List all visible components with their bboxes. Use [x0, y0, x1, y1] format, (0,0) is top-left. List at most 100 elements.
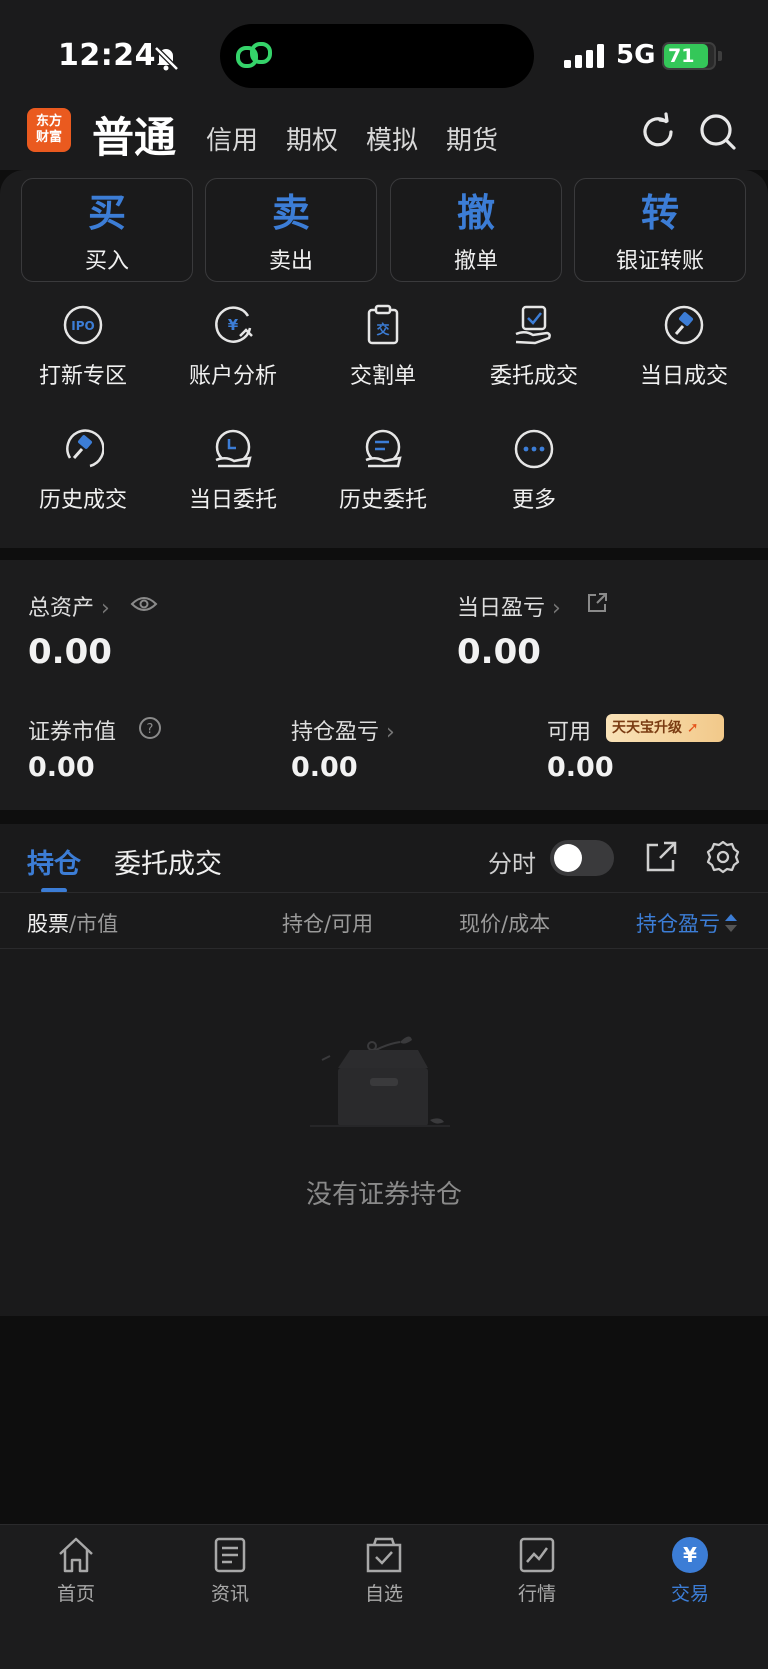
func-history-deal-label: 历史成交 — [38, 488, 127, 513]
func-history-order-label: 历史委托 — [338, 488, 427, 513]
link-icon — [236, 42, 272, 68]
col-price-cost[interactable]: 现价/成本 — [459, 908, 550, 938]
help-icon[interactable]: ? — [138, 716, 162, 740]
cancel-order-button[interactable]: 撤 撤单 — [390, 178, 562, 282]
share-icon[interactable] — [586, 592, 608, 614]
battery-tip — [718, 51, 722, 61]
svg-text:¥: ¥ — [228, 316, 239, 334]
eye-icon[interactable] — [130, 594, 158, 614]
func-history-deal[interactable]: 历史成交 — [8, 428, 158, 528]
intraday-toggle[interactable] — [550, 840, 614, 876]
sell-glyph: 卖 — [271, 191, 310, 235]
holding-pl-label: 持仓盈亏 — [291, 720, 380, 745]
func-more[interactable]: 更多 — [459, 428, 609, 528]
market-value: 0.00 — [28, 752, 95, 783]
home-icon — [59, 1537, 93, 1573]
dynamic-island — [220, 24, 534, 88]
tab-orders-deals[interactable]: 委托成交 — [114, 842, 222, 881]
network-type: 5G — [616, 40, 656, 70]
func-account-analysis[interactable]: ¥ 账户分析 — [158, 304, 308, 404]
signal-icon — [564, 44, 604, 68]
tab-credit[interactable]: 信用 — [206, 120, 258, 157]
bell-muted-icon — [154, 46, 179, 71]
trade-icon: ¥ — [672, 1537, 708, 1573]
holding-pl-link[interactable]: 持仓盈亏 › — [291, 714, 395, 746]
tab-watchlist-label: 自选 — [364, 1583, 403, 1605]
func-ipo[interactable]: IPO 打新专区 — [8, 304, 158, 404]
sort-icon[interactable] — [724, 912, 738, 934]
svg-text:¥: ¥ — [683, 1543, 697, 1567]
tab-trade[interactable]: ¥ 交易 — [640, 1535, 740, 1606]
svg-text:IPO: IPO — [71, 319, 94, 333]
tab-ordinary[interactable]: 普通 — [92, 104, 176, 165]
ipo-icon: IPO — [63, 305, 103, 345]
history-deal-icon — [66, 429, 104, 468]
tab-futures[interactable]: 期货 — [446, 120, 498, 157]
tab-simulation[interactable]: 模拟 — [366, 120, 418, 157]
holdings-section: 持仓 委托成交 分时 股票/市值 持仓/可用 现价/成本 持仓盈亏 没有证券持仓 — [0, 824, 768, 1316]
cancel-glyph: 撤 — [456, 191, 495, 235]
tab-news-label: 资讯 — [210, 1583, 249, 1605]
battery-percent: 71 — [668, 45, 695, 67]
news-icon — [214, 1537, 246, 1573]
func-ipo-label: 打新专区 — [38, 364, 127, 389]
refresh-icon[interactable] — [638, 112, 678, 152]
col-stock[interactable]: 股票/市值 — [27, 908, 118, 938]
func-today-order-label: 当日委托 — [188, 488, 277, 513]
sell-label: 卖出 — [268, 249, 313, 274]
settings-gear-icon[interactable] — [706, 840, 740, 874]
divider — [0, 948, 768, 949]
tab-home[interactable]: 首页 — [26, 1535, 126, 1606]
available-label: 可用 — [547, 720, 592, 745]
order-deal-icon — [515, 305, 551, 345]
battery-icon: 71 — [662, 42, 716, 70]
chevron-right-icon: › — [552, 596, 561, 621]
total-assets-value: 0.00 — [28, 632, 112, 672]
buy-button[interactable]: 买 买入 — [21, 178, 193, 282]
func-order-deal-label: 委托成交 — [489, 364, 578, 389]
daily-pl-value: 0.00 — [457, 632, 541, 672]
tab-positions[interactable]: 持仓 — [27, 842, 81, 881]
search-icon[interactable] — [698, 112, 738, 152]
func-account-analysis-label: 账户分析 — [188, 364, 277, 389]
export-icon[interactable] — [644, 840, 678, 874]
func-today-deal[interactable]: 当日成交 — [609, 304, 759, 404]
delivery-slip-icon: 交 — [367, 304, 399, 345]
col-position[interactable]: 持仓/可用 — [282, 908, 373, 938]
watchlist-icon — [366, 1537, 402, 1573]
func-order-deal[interactable]: 委托成交 — [459, 304, 609, 404]
transfer-button[interactable]: 转 银证转账 — [574, 178, 746, 282]
svg-text:交: 交 — [376, 322, 389, 338]
tab-trade-label: 交易 — [670, 1583, 709, 1605]
total-assets-link[interactable]: 总资产 › — [28, 590, 110, 622]
cancel-label: 撤单 — [453, 249, 498, 274]
bottom-tab-bar: 首页 资讯 自选 行情 ¥ 交易 — [0, 1524, 768, 1669]
func-history-order[interactable]: 历史委托 — [308, 428, 458, 528]
status-time: 12:24 — [58, 38, 156, 73]
tab-options[interactable]: 期权 — [286, 120, 338, 157]
col-holding-pl[interactable]: 持仓盈亏 — [636, 908, 720, 938]
tab-news[interactable]: 资讯 — [180, 1535, 280, 1606]
quick-panel: 买 买入 卖 卖出 撤 撤单 转 银证转账 IPO 打新专区 ¥ 账户分析 交 — [0, 170, 768, 548]
status-bar: 12:24 5G 71 — [0, 0, 768, 100]
logo-line1: 东方 — [35, 114, 62, 129]
available-value: 0.00 — [547, 752, 614, 783]
col-stock-name: 股票 — [27, 912, 69, 936]
total-assets-label: 总资产 — [28, 596, 95, 621]
sell-button[interactable]: 卖 卖出 — [205, 178, 377, 282]
market-value-label: 证券市值 — [28, 720, 117, 745]
upgrade-badge[interactable]: 天天宝升级 ➚ — [606, 714, 724, 742]
daily-pl-link[interactable]: 当日盈亏 › — [457, 590, 561, 622]
func-today-deal-label: 当日成交 — [639, 364, 728, 389]
arrow-up-icon: ➚ — [686, 720, 699, 736]
history-order-icon — [365, 429, 402, 468]
func-delivery-slip-label: 交割单 — [349, 364, 416, 389]
chevron-right-icon: › — [386, 720, 395, 745]
func-delivery-slip[interactable]: 交 交割单 — [308, 304, 458, 404]
tab-watchlist[interactable]: 自选 — [334, 1535, 434, 1606]
func-more-label: 更多 — [511, 488, 556, 513]
func-today-order[interactable]: 当日委托 — [158, 428, 308, 528]
tab-market[interactable]: 行情 — [487, 1535, 587, 1606]
divider — [0, 892, 768, 893]
today-deal-icon — [664, 305, 704, 345]
